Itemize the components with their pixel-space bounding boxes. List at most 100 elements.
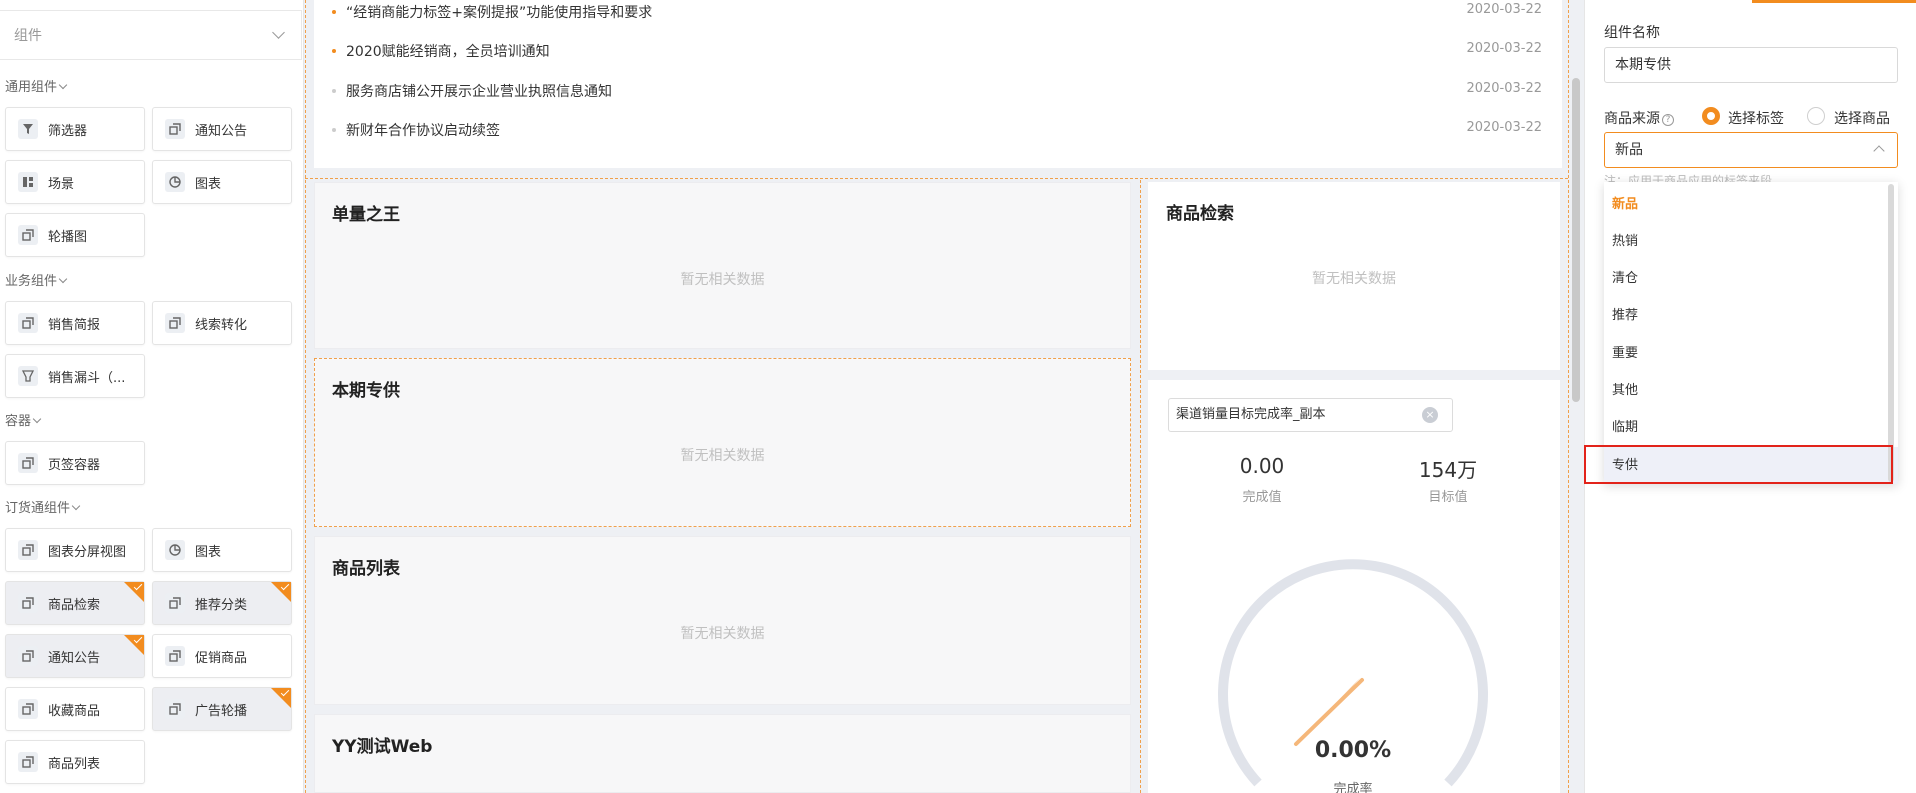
radio-select-tag-label[interactable]: 选择标签: [1728, 108, 1784, 128]
component-icon: [165, 646, 185, 666]
canvas-guide: [1140, 180, 1141, 793]
component-icon: [18, 646, 38, 666]
chevron-down-icon: [58, 80, 68, 90]
widget-title: 商品检索: [1166, 204, 1234, 224]
component-icon: [165, 119, 185, 139]
widget-exclusive-selected[interactable]: 本期专供 暂无相关数据: [314, 358, 1131, 527]
canvas-guide: [1568, 0, 1569, 793]
widget-product-search[interactable]: 商品检索 暂无相关数据: [1148, 182, 1560, 370]
canvas-scrollbar[interactable]: [1572, 78, 1580, 402]
help-icon[interactable]: ?: [1662, 114, 1674, 126]
dropdown-option[interactable]: 热销: [1604, 223, 1898, 260]
card-product-list[interactable]: 商品列表: [5, 740, 145, 784]
bullet-icon: [332, 49, 336, 53]
component-icon: [18, 540, 38, 560]
empty-state: 暂无相关数据: [680, 448, 765, 464]
bullet-icon: [332, 128, 336, 132]
component-icon: [165, 313, 185, 333]
component-icon: [18, 225, 38, 245]
component-icon: [165, 699, 185, 719]
empty-state: 暂无相关数据: [1312, 271, 1396, 287]
canvas-guide: [305, 0, 306, 793]
highlight-box: [1584, 445, 1893, 484]
dropdown-option[interactable]: 清仓: [1604, 260, 1898, 297]
component-icon: [18, 699, 38, 719]
pie-chart-icon: [165, 540, 185, 560]
radio-select-product-label[interactable]: 选择商品: [1834, 108, 1890, 128]
pie-chart-icon: [165, 172, 185, 192]
dropdown-option[interactable]: 重要: [1604, 335, 1898, 372]
component-icon: [18, 453, 38, 473]
section-general[interactable]: 通用组件: [5, 76, 68, 95]
widget-yy-test[interactable]: YY测试Web: [314, 714, 1131, 793]
funnel-icon: [18, 366, 38, 386]
dropdown-scrollbar[interactable]: [1888, 184, 1894, 482]
kpi-target-value: 154万: [1418, 458, 1478, 482]
kpi-done-value: 0.00: [1239, 454, 1285, 478]
section-container[interactable]: 容器: [5, 410, 42, 429]
component-icon: [18, 752, 38, 772]
card-scene[interactable]: 场景: [5, 160, 145, 204]
card-chart-2[interactable]: 图表: [152, 528, 292, 572]
card-chart-split[interactable]: 图表分屏视图: [5, 528, 145, 572]
tag-select[interactable]: 新品: [1604, 132, 1898, 168]
gauge-percent: 0.00%: [1314, 738, 1392, 763]
component-icon: [165, 593, 185, 613]
chevron-down-icon: [32, 414, 42, 424]
radio-select-tag[interactable]: [1702, 107, 1720, 125]
chevron-down-icon: [58, 274, 68, 284]
tag-hint: 注：应用于商品应用的标签来段: [1604, 174, 1773, 182]
component-search-placeholder: 组件: [14, 28, 42, 44]
notice-item[interactable]: 服务商店铺公开展示企业营业执照信息通知 2020-03-22: [332, 81, 1542, 101]
card-lead-conversion[interactable]: 线索转化: [152, 301, 292, 345]
dropdown-option[interactable]: 新品: [1604, 186, 1898, 223]
card-favorites[interactable]: 收藏商品: [5, 687, 145, 731]
gauge-label: 完成率: [1333, 782, 1373, 793]
radio-select-product[interactable]: [1807, 107, 1825, 125]
chevron-down-icon: [71, 501, 81, 511]
chevron-up-icon: [1873, 145, 1885, 157]
kpi-target-label: 目标值: [1428, 490, 1468, 505]
card-recommend-category[interactable]: 推荐分类: [152, 581, 292, 625]
card-carousel[interactable]: 轮播图: [5, 213, 145, 257]
dropdown-option[interactable]: 临期: [1604, 409, 1898, 446]
card-product-search[interactable]: 商品检索: [5, 581, 145, 625]
card-promo-products[interactable]: 促销商品: [152, 634, 292, 678]
card-tab-container[interactable]: 页签容器: [5, 441, 145, 485]
filter-icon: [18, 119, 38, 139]
kpi-metric-select[interactable]: 渠道销量目标完成率_副本 ×: [1168, 398, 1453, 432]
component-name-input[interactable]: 本期专供: [1604, 47, 1898, 83]
clear-icon[interactable]: ×: [1422, 407, 1438, 423]
section-ordering[interactable]: 订货通组件: [5, 497, 81, 516]
widget-product-list[interactable]: 商品列表 暂无相关数据: [314, 536, 1131, 705]
chevron-down-icon: [272, 26, 285, 39]
card-sales-funnel[interactable]: 销售漏斗（...: [5, 354, 145, 398]
notice-item[interactable]: 新财年合作协议启动续签 2020-03-22: [332, 120, 1542, 140]
card-notice[interactable]: 通知公告: [152, 107, 292, 151]
dropdown-option[interactable]: 推荐: [1604, 297, 1898, 334]
dropdown-option[interactable]: 其他: [1604, 372, 1898, 409]
card-chart[interactable]: 图表: [152, 160, 292, 204]
card-sales-brief[interactable]: 销售简报: [5, 301, 145, 345]
tag-dropdown: 新品 热销 清仓 推荐 重要 其他 临期 专供: [1604, 182, 1898, 484]
notice-item[interactable]: 2020赋能经销商，全员培训通知 2020-03-22: [332, 41, 1542, 61]
notice-item[interactable]: “经销商能力标签+案例提报”功能使用指导和要求 2020-03-22: [332, 2, 1542, 22]
component-panel: 组件 通用组件 筛选器 通知公告 场景 图表 轮播图 业务组件 销售简报 线索转…: [0, 0, 304, 793]
widget-title: 单量之王: [332, 205, 400, 225]
widget-title: YY测试Web: [332, 737, 433, 757]
bullet-icon: [332, 10, 336, 14]
active-tab-indicator: [1752, 0, 1916, 3]
component-name-label: 组件名称: [1604, 25, 1660, 41]
card-ad-carousel[interactable]: 广告轮播: [152, 687, 292, 731]
empty-state: 暂无相关数据: [680, 626, 765, 642]
component-icon: [18, 593, 38, 613]
gauge-needle-line: [1294, 678, 1364, 746]
card-filter[interactable]: 筛选器: [5, 107, 145, 151]
section-business[interactable]: 业务组件: [5, 270, 68, 289]
card-notice-2[interactable]: 通知公告: [5, 634, 145, 678]
widget-top-seller[interactable]: 单量之王 暂无相关数据: [314, 182, 1131, 349]
widget-title: 本期专供: [332, 381, 400, 401]
component-icon: [18, 313, 38, 333]
source-label: 商品来源?: [1604, 108, 1674, 128]
component-search[interactable]: 组件: [0, 10, 302, 60]
